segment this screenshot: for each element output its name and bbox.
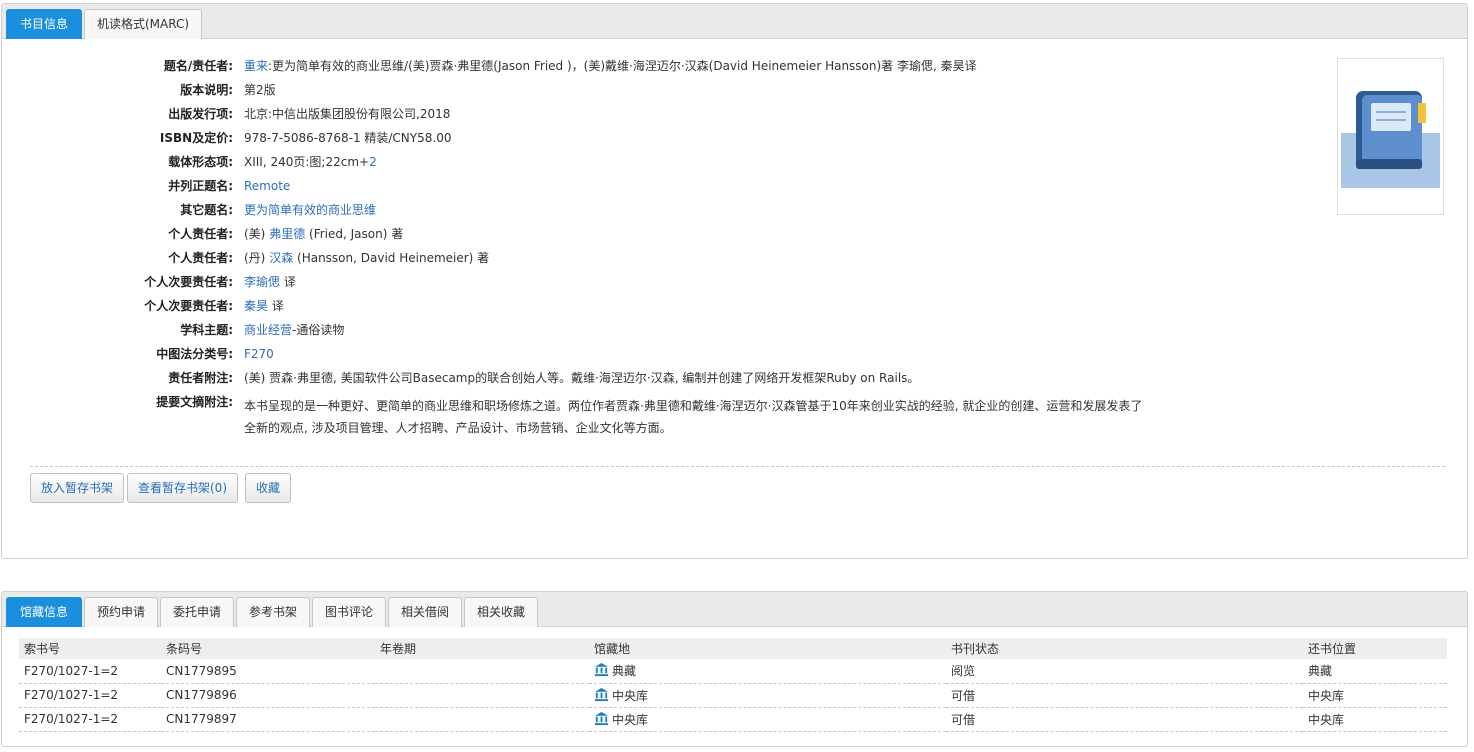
abstract-text: 本书呈现的是一种更好、更简单的商业思维和职场修炼之道。两位作者贾森·弗里德和戴维… [244,399,1143,435]
volume [375,683,589,708]
nationality: (美) [244,227,270,241]
attachment-link[interactable]: 2 [369,155,377,169]
field-label: 个人次要责任者: [144,275,233,289]
col-call-number: 索书号 [19,638,161,659]
field-label: 题名/责任者: [163,59,233,73]
library-building-icon [594,663,609,677]
holdings-tab-bar: 馆藏信息 预约申请 委托申请 参考书架 图书评论 相关借阅 相关收藏 [2,592,1467,627]
field-value: 北京:中信出版集团股份有限公司,2018 [244,107,451,121]
location-cell: 中央库 [589,683,946,708]
field-value: 978-7-5086-8768-1 精装/CNY58.00 [244,131,452,145]
barcode: CN1779895 [161,659,375,684]
field-label: 学科主题: [180,323,233,337]
divider [30,466,1445,467]
table-header: 索书号 条码号 年卷期 馆藏地 书刊状态 还书位置 [19,638,1447,659]
return-location: 典藏 [1303,659,1447,684]
holdings-table: 索书号 条码号 年卷期 馆藏地 书刊状态 还书位置 F270/1027-1=2 … [19,638,1447,732]
author-link[interactable]: 弗里德 [269,227,305,241]
subject-suffix: -通俗读物 [292,323,345,337]
table-row: F270/1027-1=2 CN1779896 中央库 可借 中央库 [19,683,1447,708]
author-detail: (Hansson, David Heinemeier) 著 [293,251,490,265]
translator-link[interactable]: 秦昊 [244,299,268,313]
table-row: F270/1027-1=2 CN1779897 中央库 可借 中央库 [19,707,1447,732]
location: 典藏 [612,664,637,679]
tab-reference-shelf[interactable]: 参考书架 [236,597,310,627]
location-cell: 典藏 [589,659,946,684]
col-location: 馆藏地 [589,638,946,659]
tab-reviews[interactable]: 图书评论 [312,597,386,627]
call-number: F270/1027-1=2 [19,683,161,708]
col-status: 书刊状态 [946,638,1303,659]
subject-link[interactable]: 商业经营 [244,323,292,337]
field-value: 第2版 [244,83,276,97]
table-row: F270/1027-1=2 CN1779895 典藏 阅览 典藏 [19,659,1447,684]
translator-link[interactable]: 李瑜偲 [244,275,280,289]
bib-tab-bar: 书目信息 机读格式(MARC) [2,4,1467,39]
favorite-button[interactable]: 收藏 [245,473,292,503]
tab-related-favorites[interactable]: 相关收藏 [464,597,538,627]
field-label: ISBN及定价: [159,131,233,145]
volume [375,659,589,684]
field-label: 出版发行项: [168,107,233,121]
field-label: 提要文摘附注: [156,395,233,409]
library-building-icon [594,687,609,701]
field-label: 中图法分类号: [156,347,233,361]
col-return-location: 还书位置 [1303,638,1447,659]
col-volume: 年卷期 [375,638,589,659]
field-label: 个人责任者: [168,227,233,241]
col-barcode: 条码号 [161,638,375,659]
field-label: 个人次要责任者: [144,299,233,313]
status: 阅览 [946,659,1303,684]
book-cover-icon [1341,91,1440,188]
field-label: 并列正题名: [168,179,233,193]
title-link[interactable]: 重来 [244,59,268,73]
role: 译 [280,275,296,289]
field-label: 载体形态项: [168,155,233,169]
view-shelf-button[interactable]: 查看暂存书架(0) [127,473,238,503]
other-title-link[interactable]: 更为简单有效的商业思维 [244,203,376,217]
library-building-icon [594,711,609,725]
tab-related-borrowing[interactable]: 相关借阅 [388,597,462,627]
tab-reservation[interactable]: 预约申请 [84,597,158,627]
field-value: (美) 贾森·弗里德, 美国软件公司Basecamp的联合创始人等。戴维·海涅迈… [244,371,920,385]
barcode: CN1779896 [161,683,375,708]
field-label: 个人责任者: [168,251,233,265]
parallel-title-link[interactable]: Remote [244,179,290,193]
barcode: CN1779897 [161,707,375,732]
clc-link[interactable]: F270 [244,347,274,361]
bibliographic-panel: 书目信息 机读格式(MARC) 题名/责任者: 重来:更为简单有效的商业思维/(… [1,3,1468,559]
nationality: (丹) [244,251,270,265]
role: 译 [268,299,284,313]
add-to-shelf-button[interactable]: 放入暂存书架 [30,473,125,503]
location: 中央库 [612,712,649,727]
field-label: 责任者附注: [168,371,233,385]
tab-bib-info[interactable]: 书目信息 [6,9,82,39]
tab-holdings[interactable]: 馆藏信息 [6,597,82,627]
field-label: 其它题名: [180,203,233,217]
field-value: XIII, 240页:图;22cm+ [244,155,370,169]
location-cell: 中央库 [589,707,946,732]
volume [375,707,589,732]
status: 可借 [946,707,1303,732]
author-detail: (Fried, Jason) 著 [305,227,404,241]
field-label: 版本说明: [180,83,233,97]
book-cover [1337,58,1444,215]
return-location: 中央库 [1303,707,1447,732]
title-text: :更为简单有效的商业思维/(美)贾森·弗里德(Jason Fried )，(美)… [268,59,977,73]
location: 中央库 [612,688,649,703]
call-number: F270/1027-1=2 [19,707,161,732]
tab-marc[interactable]: 机读格式(MARC) [84,9,202,39]
tab-delegation[interactable]: 委托申请 [160,597,234,627]
author-link[interactable]: 汉森 [269,251,293,265]
return-location: 中央库 [1303,683,1447,708]
status: 可借 [946,683,1303,708]
call-number: F270/1027-1=2 [19,659,161,684]
